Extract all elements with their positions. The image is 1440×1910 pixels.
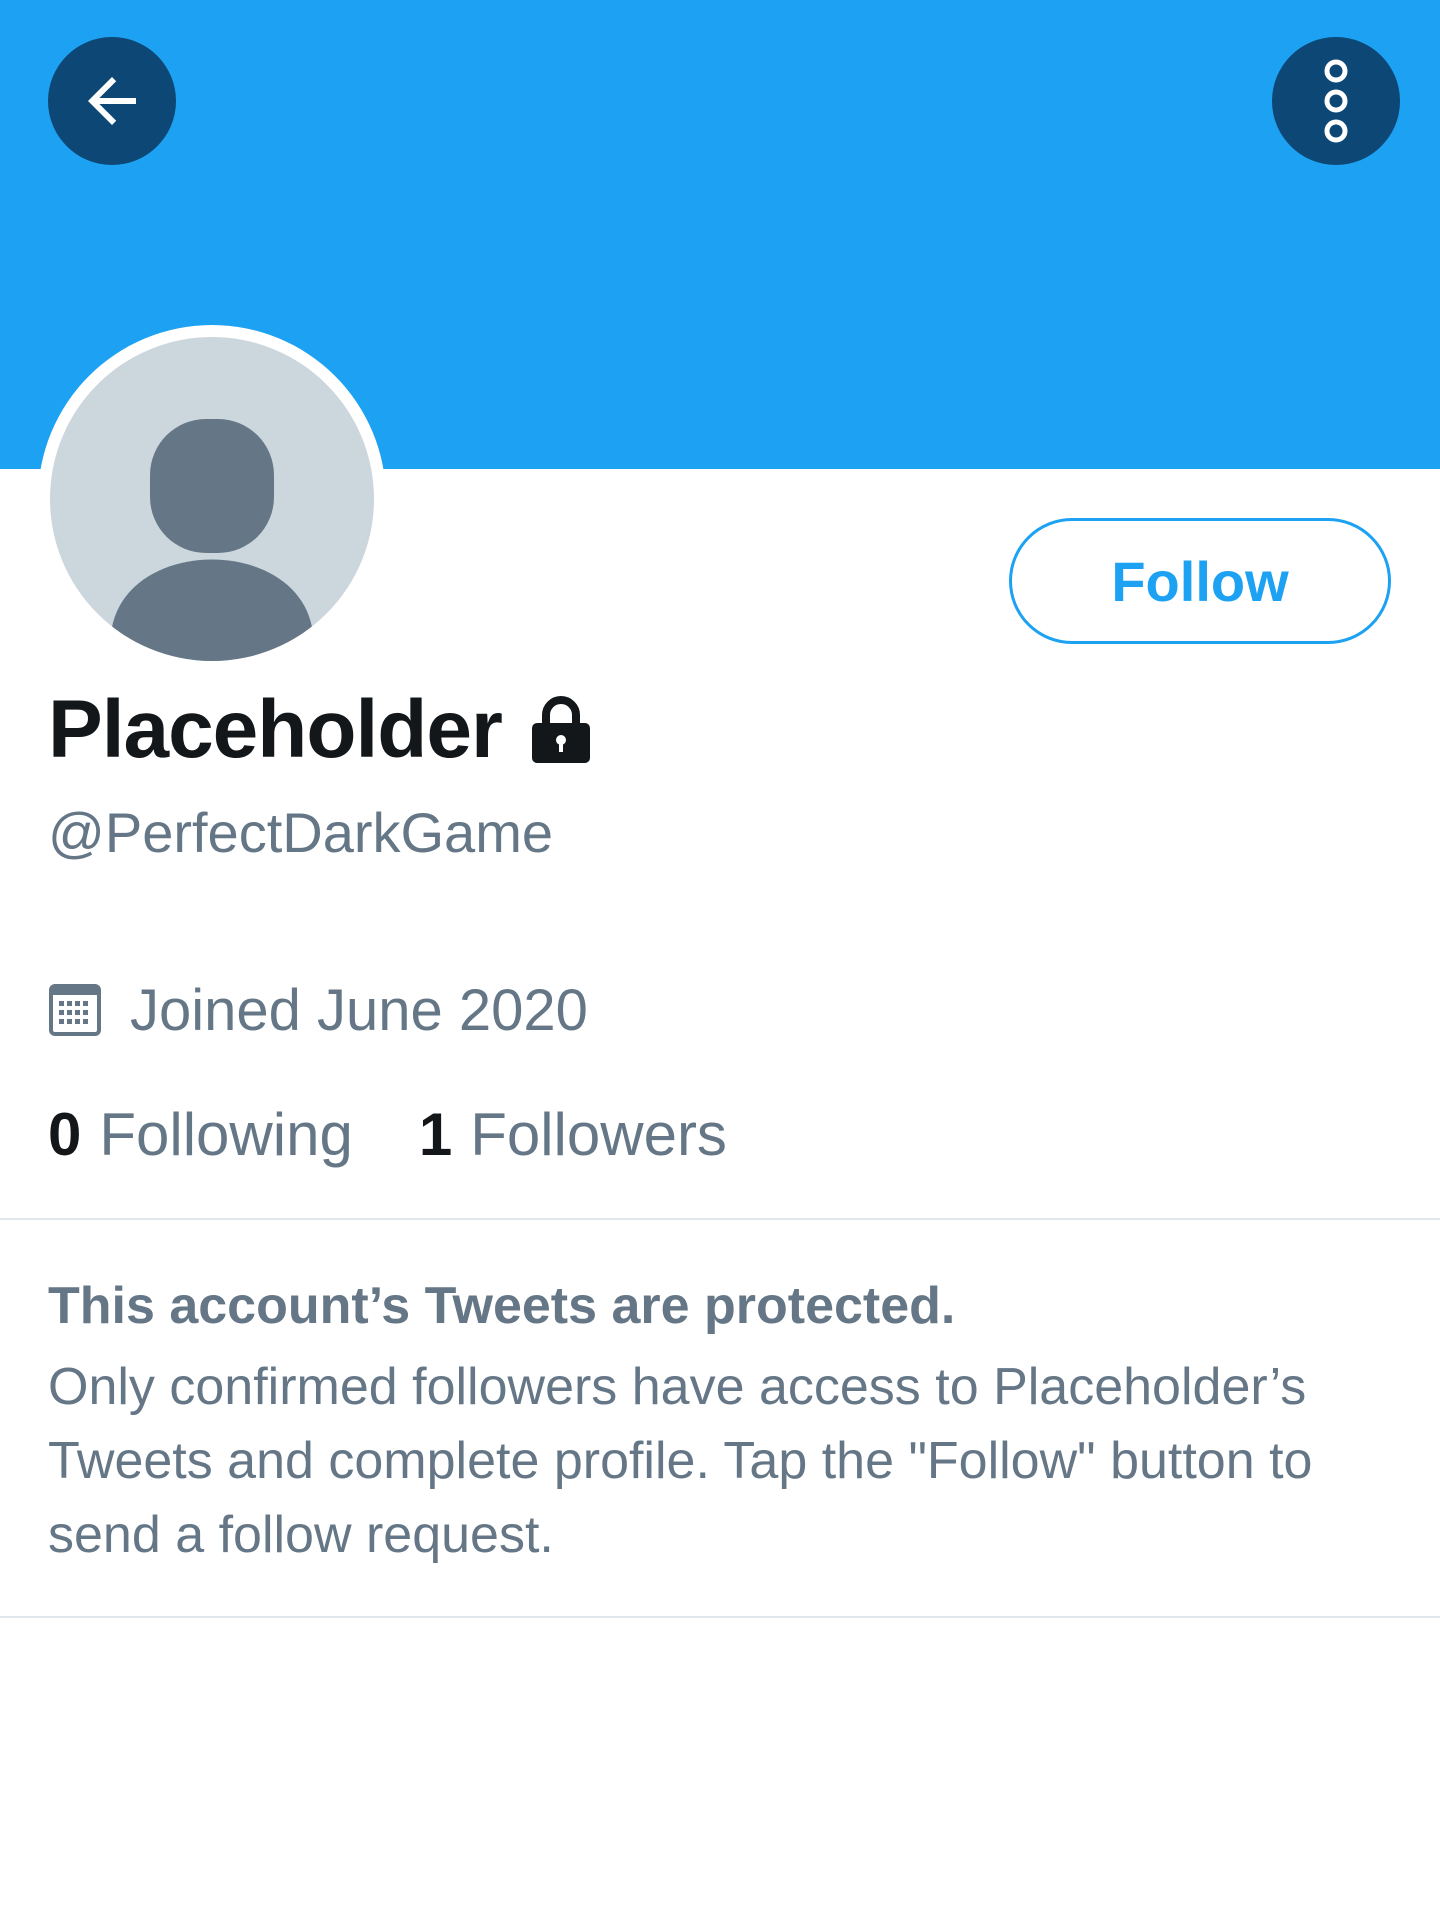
profile-name-row: Placeholder [48, 684, 594, 776]
joined-date: Joined June 2020 [130, 977, 588, 1043]
lock-icon [528, 695, 594, 765]
arrow-left-icon [88, 77, 136, 125]
calendar-icon [49, 984, 101, 1036]
followers-count: 1 [418, 1100, 453, 1168]
followers-link[interactable]: 1 Followers [419, 1100, 727, 1169]
following-label: Following [99, 1100, 353, 1168]
protected-notice-title: This account’s Tweets are protected. [48, 1277, 956, 1335]
avatar[interactable] [38, 325, 386, 673]
follow-button[interactable]: Follow [1009, 518, 1391, 644]
divider [0, 1616, 1440, 1618]
back-button[interactable] [48, 37, 176, 165]
joined-date-row: Joined June 2020 [48, 975, 588, 1045]
follow-button-label: Follow [1111, 549, 1289, 613]
protected-notice-body: Only confirmed followers have access to … [48, 1358, 1313, 1564]
more-vertical-icon [1324, 59, 1348, 143]
more-options-button[interactable] [1272, 37, 1400, 165]
following-count: 0 [48, 1100, 82, 1168]
default-avatar-icon [112, 419, 312, 661]
divider [0, 1218, 1440, 1220]
profile-stats: 0 Following 1 Followers [48, 1098, 727, 1170]
following-link[interactable]: 0 Following [48, 1100, 353, 1169]
avatar-image [50, 337, 374, 661]
display-name: Placeholder [48, 684, 503, 775]
followers-label: Followers [470, 1100, 727, 1168]
profile-handle: @PerfectDarkGame [48, 801, 553, 864]
